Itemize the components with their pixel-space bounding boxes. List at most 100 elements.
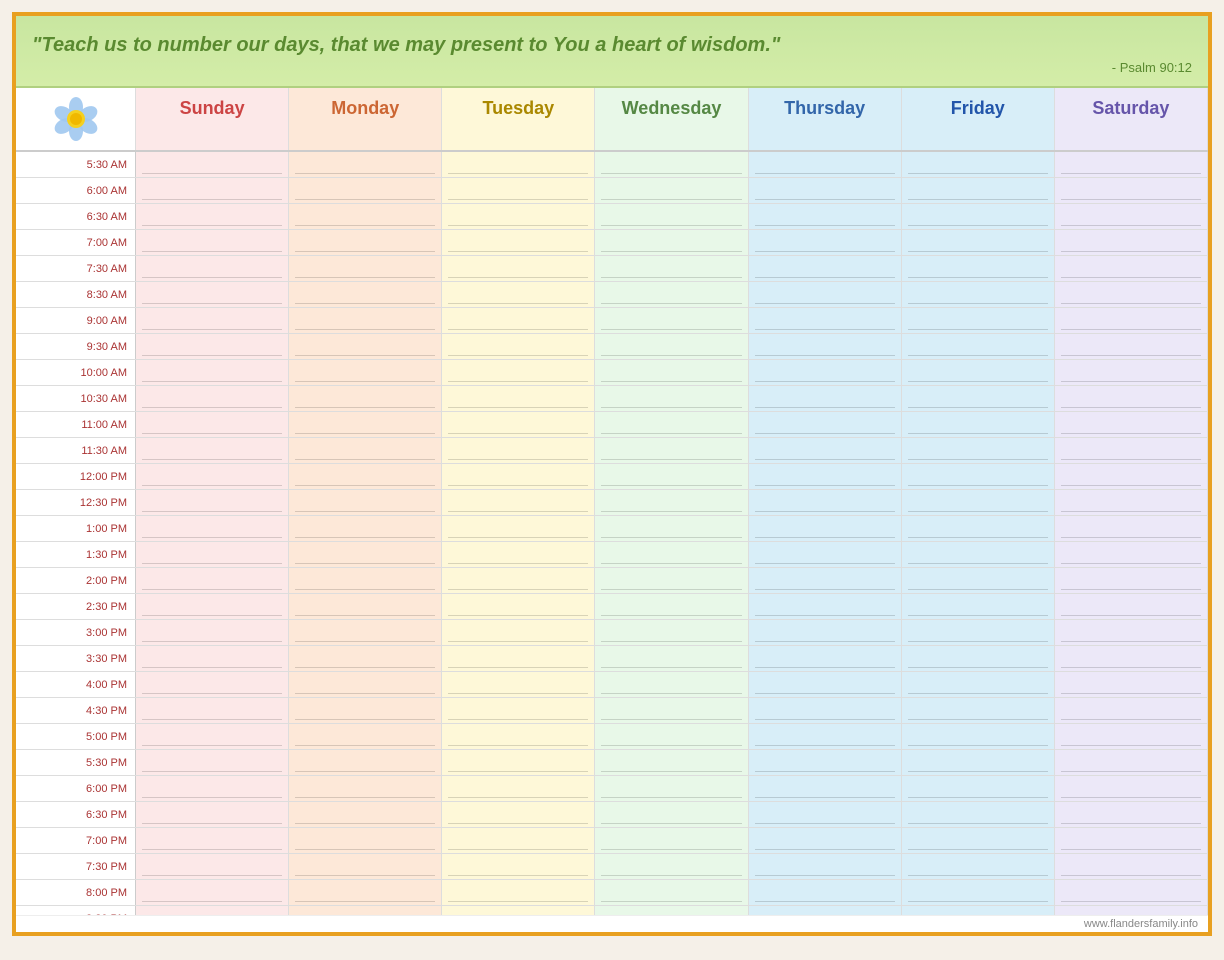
time-cell-sunday[interactable] (136, 568, 289, 593)
time-cell-saturday[interactable] (1055, 256, 1208, 281)
time-cell-thursday[interactable] (749, 334, 902, 359)
time-cell-wednesday[interactable] (595, 568, 748, 593)
time-cell-friday[interactable] (902, 828, 1055, 853)
time-cell-tuesday[interactable] (442, 282, 595, 307)
time-cell-monday[interactable] (289, 906, 442, 915)
time-cell-tuesday[interactable] (442, 412, 595, 437)
time-cell-monday[interactable] (289, 308, 442, 333)
time-cell-wednesday[interactable] (595, 386, 748, 411)
time-cell-tuesday[interactable] (442, 386, 595, 411)
time-cell-friday[interactable] (902, 308, 1055, 333)
time-cell-friday[interactable] (902, 412, 1055, 437)
time-cell-sunday[interactable] (136, 646, 289, 671)
time-cell-sunday[interactable] (136, 776, 289, 801)
time-cell-friday[interactable] (902, 776, 1055, 801)
time-cell-tuesday[interactable] (442, 828, 595, 853)
time-cell-friday[interactable] (902, 464, 1055, 489)
time-cell-tuesday[interactable] (442, 724, 595, 749)
time-cell-sunday[interactable] (136, 360, 289, 385)
time-cell-tuesday[interactable] (442, 854, 595, 879)
time-cell-sunday[interactable] (136, 438, 289, 463)
time-cell-wednesday[interactable] (595, 646, 748, 671)
time-cell-thursday[interactable] (749, 854, 902, 879)
time-cell-sunday[interactable] (136, 906, 289, 915)
time-cell-monday[interactable] (289, 672, 442, 697)
time-cell-tuesday[interactable] (442, 802, 595, 827)
time-cell-saturday[interactable] (1055, 464, 1208, 489)
time-cell-saturday[interactable] (1055, 412, 1208, 437)
time-cell-sunday[interactable] (136, 282, 289, 307)
time-cell-saturday[interactable] (1055, 542, 1208, 567)
time-cell-wednesday[interactable] (595, 256, 748, 281)
time-cell-thursday[interactable] (749, 620, 902, 645)
time-cell-sunday[interactable] (136, 334, 289, 359)
time-cell-tuesday[interactable] (442, 178, 595, 203)
time-cell-wednesday[interactable] (595, 516, 748, 541)
time-cell-sunday[interactable] (136, 204, 289, 229)
time-cell-wednesday[interactable] (595, 282, 748, 307)
time-cell-sunday[interactable] (136, 672, 289, 697)
time-cell-tuesday[interactable] (442, 152, 595, 177)
time-cell-sunday[interactable] (136, 256, 289, 281)
time-cell-monday[interactable] (289, 360, 442, 385)
time-cell-thursday[interactable] (749, 360, 902, 385)
time-cell-friday[interactable] (902, 256, 1055, 281)
time-cell-tuesday[interactable] (442, 568, 595, 593)
time-cell-saturday[interactable] (1055, 230, 1208, 255)
time-cell-saturday[interactable] (1055, 776, 1208, 801)
time-cell-wednesday[interactable] (595, 672, 748, 697)
time-cell-sunday[interactable] (136, 516, 289, 541)
time-cell-tuesday[interactable] (442, 438, 595, 463)
time-cell-thursday[interactable] (749, 646, 902, 671)
time-cell-monday[interactable] (289, 568, 442, 593)
time-cell-sunday[interactable] (136, 542, 289, 567)
time-cell-friday[interactable] (902, 802, 1055, 827)
time-cell-tuesday[interactable] (442, 906, 595, 915)
time-cell-wednesday[interactable] (595, 464, 748, 489)
time-cell-tuesday[interactable] (442, 750, 595, 775)
time-cell-wednesday[interactable] (595, 360, 748, 385)
time-cell-wednesday[interactable] (595, 230, 748, 255)
time-cell-friday[interactable] (902, 750, 1055, 775)
time-cell-sunday[interactable] (136, 750, 289, 775)
time-cell-monday[interactable] (289, 490, 442, 515)
time-cell-saturday[interactable] (1055, 516, 1208, 541)
time-cell-thursday[interactable] (749, 802, 902, 827)
time-cell-sunday[interactable] (136, 594, 289, 619)
time-cell-tuesday[interactable] (442, 880, 595, 905)
time-cell-sunday[interactable] (136, 854, 289, 879)
time-cell-saturday[interactable] (1055, 152, 1208, 177)
time-cell-friday[interactable] (902, 724, 1055, 749)
time-cell-thursday[interactable] (749, 178, 902, 203)
time-cell-monday[interactable] (289, 828, 442, 853)
time-cell-thursday[interactable] (749, 724, 902, 749)
time-cell-wednesday[interactable] (595, 594, 748, 619)
time-cell-saturday[interactable] (1055, 906, 1208, 915)
time-cell-sunday[interactable] (136, 152, 289, 177)
time-cell-thursday[interactable] (749, 152, 902, 177)
time-cell-tuesday[interactable] (442, 308, 595, 333)
time-cell-saturday[interactable] (1055, 308, 1208, 333)
time-cell-wednesday[interactable] (595, 880, 748, 905)
time-cell-thursday[interactable] (749, 256, 902, 281)
time-cell-saturday[interactable] (1055, 204, 1208, 229)
time-cell-friday[interactable] (902, 646, 1055, 671)
time-cell-tuesday[interactable] (442, 646, 595, 671)
time-cell-saturday[interactable] (1055, 854, 1208, 879)
time-cell-tuesday[interactable] (442, 516, 595, 541)
time-cell-wednesday[interactable] (595, 854, 748, 879)
time-cell-tuesday[interactable] (442, 594, 595, 619)
time-cell-tuesday[interactable] (442, 776, 595, 801)
time-cell-thursday[interactable] (749, 204, 902, 229)
time-cell-saturday[interactable] (1055, 802, 1208, 827)
time-cell-sunday[interactable] (136, 308, 289, 333)
time-cell-tuesday[interactable] (442, 256, 595, 281)
time-cell-sunday[interactable] (136, 490, 289, 515)
time-cell-monday[interactable] (289, 152, 442, 177)
time-cell-sunday[interactable] (136, 698, 289, 723)
time-cell-wednesday[interactable] (595, 334, 748, 359)
time-cell-thursday[interactable] (749, 490, 902, 515)
time-cell-wednesday[interactable] (595, 620, 748, 645)
time-cell-thursday[interactable] (749, 906, 902, 915)
time-cell-sunday[interactable] (136, 464, 289, 489)
